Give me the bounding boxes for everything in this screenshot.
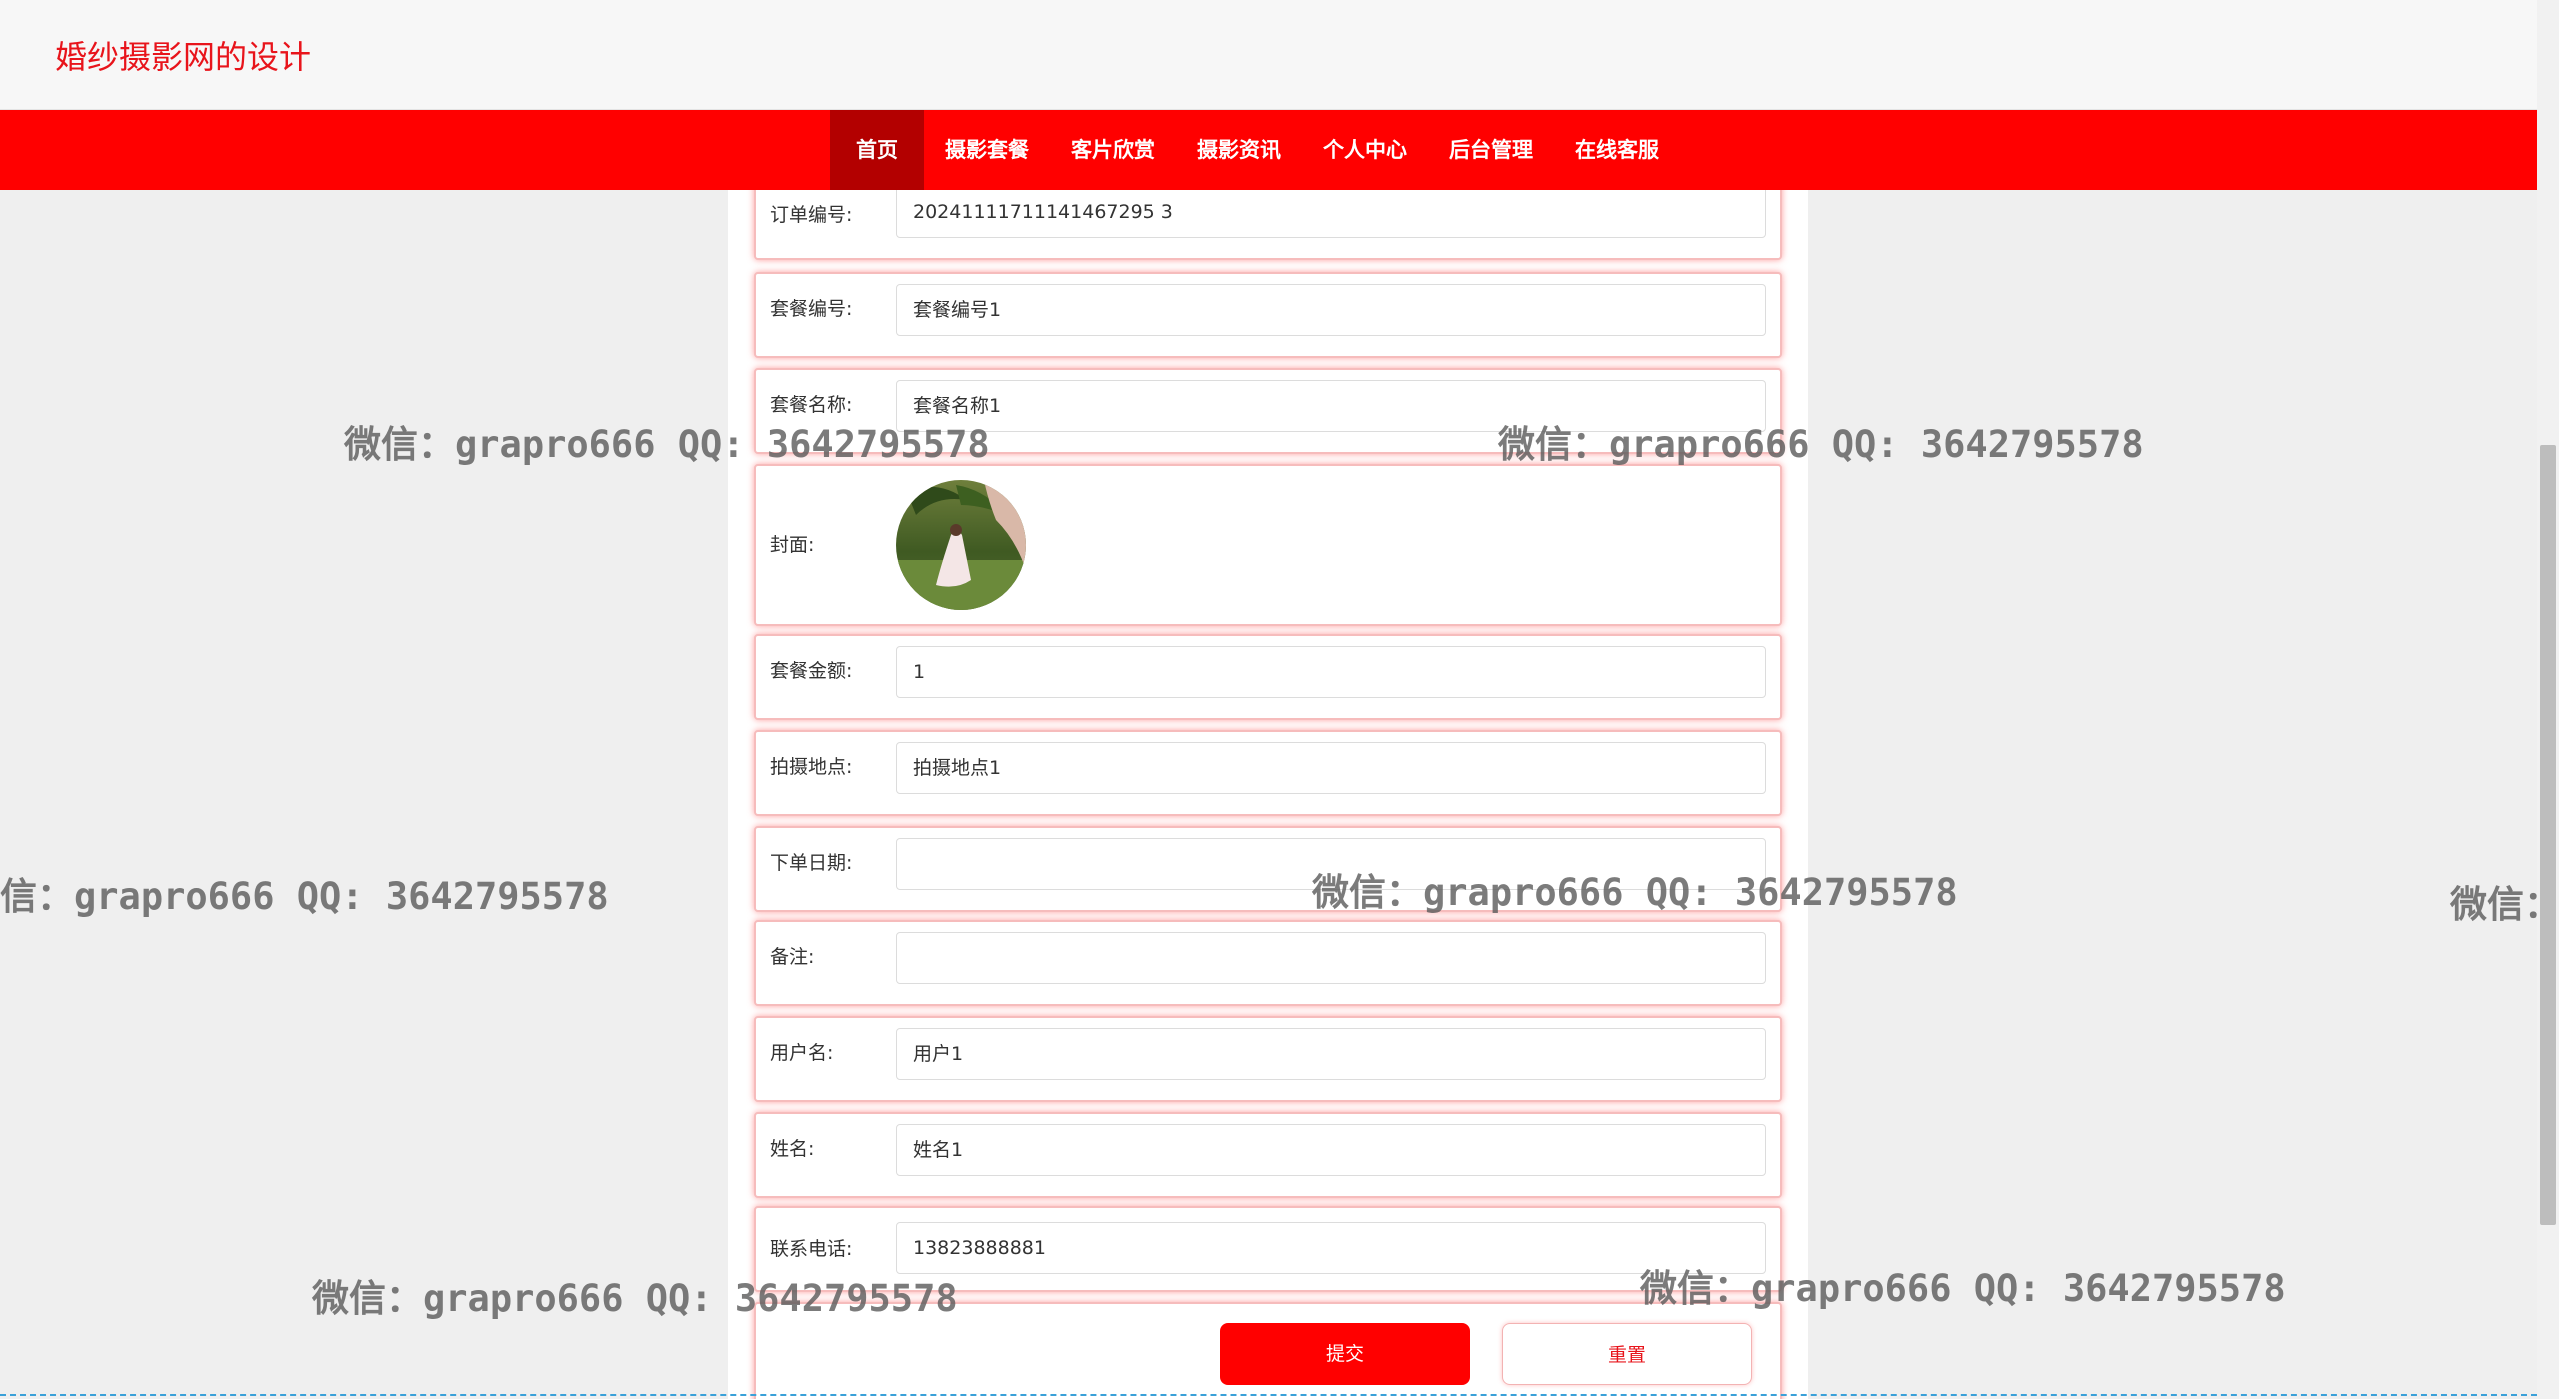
cover-image[interactable]: [896, 480, 1026, 610]
form-row-username: 用户名:: [754, 1016, 1782, 1102]
nav-item-packages[interactable]: 摄影套餐: [924, 110, 1050, 190]
package-no-input[interactable]: [896, 284, 1766, 336]
nav-item-home[interactable]: 首页: [830, 110, 924, 190]
form-row-cover: 封面:: [754, 464, 1782, 626]
nav-item-news[interactable]: 摄影资讯: [1176, 110, 1302, 190]
phone-label: 联系电话:: [770, 1238, 853, 1260]
package-no-label: 套餐编号:: [770, 298, 853, 320]
top-header: 婚纱摄影网的设计: [0, 0, 2537, 110]
form-row-amount: 套餐金额:: [754, 634, 1782, 720]
name-label: 姓名:: [770, 1138, 815, 1160]
order-date-label: 下单日期:: [770, 852, 853, 874]
form-row-location: 拍摄地点:: [754, 730, 1782, 816]
location-input[interactable]: [896, 742, 1766, 794]
name-input[interactable]: [896, 1124, 1766, 1176]
form-row-name: 姓名:: [754, 1112, 1782, 1198]
username-label: 用户名:: [770, 1042, 834, 1064]
nav-item-support[interactable]: 在线客服: [1554, 110, 1680, 190]
form-row-phone: 联系电话:: [754, 1206, 1782, 1292]
form-row-package-name: 套餐名称:: [754, 368, 1782, 454]
order-no-input[interactable]: [896, 190, 1766, 238]
submit-button[interactable]: 提交: [1220, 1323, 1470, 1385]
amount-input[interactable]: [896, 646, 1766, 698]
amount-label: 套餐金额:: [770, 660, 853, 682]
main-navbar: 首页 摄影套餐 客片欣赏 摄影资讯 个人中心 后台管理 在线客服: [0, 110, 2537, 190]
order-date-input[interactable]: [896, 838, 1766, 890]
location-label: 拍摄地点:: [770, 756, 853, 778]
remark-label: 备注:: [770, 946, 815, 968]
phone-input[interactable]: [896, 1222, 1766, 1274]
site-title: 婚纱摄影网的设计: [55, 38, 312, 76]
scrollbar-thumb[interactable]: [2540, 445, 2556, 1225]
form-row-remark: 备注:: [754, 920, 1782, 1006]
nav-item-profile[interactable]: 个人中心: [1302, 110, 1428, 190]
form-row-package-no: 套餐编号:: [754, 272, 1782, 358]
nav-menu: 首页 摄影套餐 客片欣赏 摄影资讯 个人中心 后台管理 在线客服: [830, 110, 1680, 190]
order-no-label: 订单编号:: [770, 204, 853, 226]
cover-label: 封面:: [770, 534, 815, 556]
nav-item-admin[interactable]: 后台管理: [1428, 110, 1554, 190]
order-form-panel: 订单编号: 套餐编号: 套餐名称: 封面:: [728, 190, 1808, 1399]
bottom-divider: [0, 1394, 2537, 1396]
reset-button[interactable]: 重置: [1502, 1323, 1752, 1385]
form-row-order-date: 下单日期:: [754, 826, 1782, 912]
remark-input[interactable]: [896, 932, 1766, 984]
username-input[interactable]: [896, 1028, 1766, 1080]
package-name-input[interactable]: [896, 380, 1766, 432]
package-name-label: 套餐名称:: [770, 394, 853, 416]
nav-item-gallery[interactable]: 客片欣赏: [1050, 110, 1176, 190]
form-row-order-no: 订单编号:: [754, 190, 1782, 260]
watermark-text-partial: 信：grapro666 QQ: 3642795578: [0, 875, 609, 918]
